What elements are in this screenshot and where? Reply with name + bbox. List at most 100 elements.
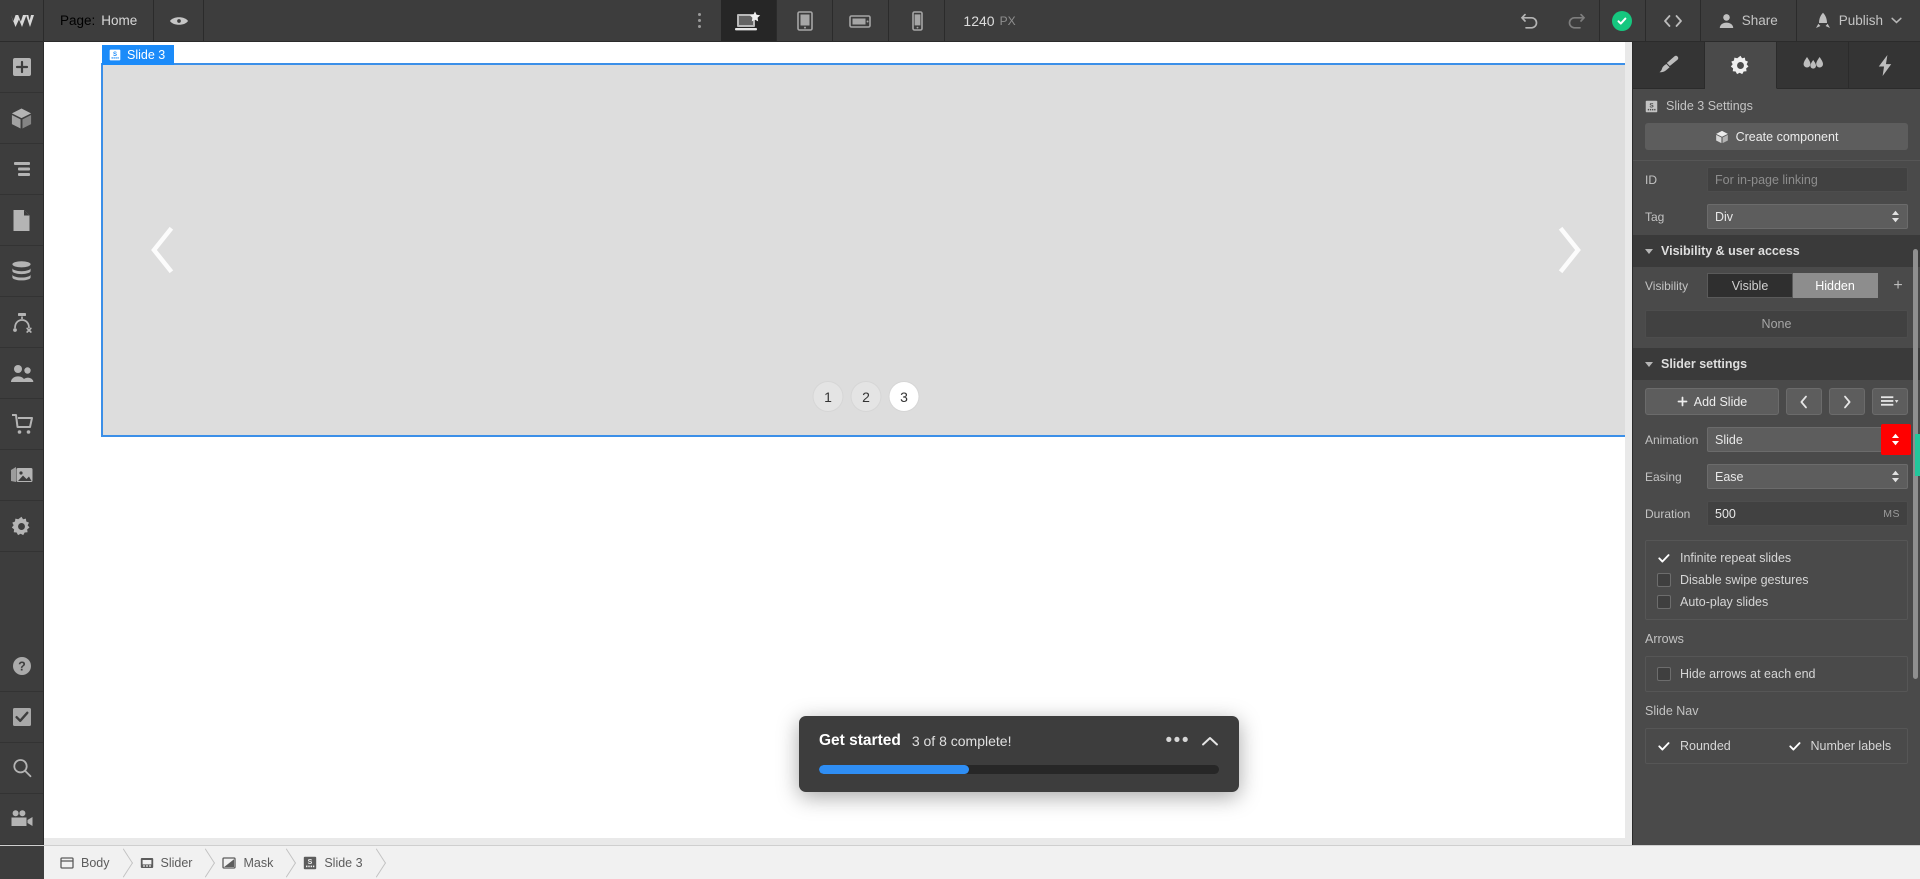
chevron-down-icon (1891, 17, 1902, 24)
slide-nav-dot-3[interactable]: 3 (889, 382, 919, 411)
webflow-logo[interactable] (0, 0, 44, 41)
code-export-button[interactable] (1644, 0, 1701, 41)
slider-behavior-checkboxes: Infinite repeat slides Disable swipe ges… (1645, 540, 1908, 620)
visibility-label: Visibility (1645, 278, 1689, 293)
visibility-option-hidden[interactable]: Hidden (1793, 273, 1878, 298)
canvas-horizontal-scrollbar[interactable] (44, 838, 1632, 845)
publish-button[interactable]: Publish (1795, 0, 1920, 41)
tab-style[interactable] (1633, 42, 1705, 89)
add-visibility-condition-icon[interactable]: + (1888, 277, 1908, 295)
sidebar-item-video[interactable] (0, 794, 43, 845)
get-started-panel[interactable]: Get started 3 of 8 complete! ••• (799, 716, 1239, 792)
share-label: Share (1741, 13, 1778, 28)
gear-icon (1730, 55, 1749, 74)
left-sidebar-top-group (0, 42, 43, 552)
visibility-option-visible[interactable]: Visible (1707, 273, 1793, 298)
previous-slide-button[interactable] (1786, 388, 1822, 415)
sidebar-item-settings[interactable] (0, 501, 43, 552)
person-icon (1719, 13, 1733, 28)
undo-button[interactable] (1507, 0, 1553, 41)
chevron-up-icon[interactable] (1201, 736, 1219, 747)
design-canvas[interactable]: S Slide 3 1 2 3 Get started 3 of 8 compl… (44, 42, 1632, 845)
sidebar-item-search[interactable] (0, 743, 43, 794)
sidebar-item-pages[interactable] (0, 195, 43, 246)
tag-select[interactable]: Div (1707, 204, 1908, 229)
sidebar-item-audit[interactable] (0, 692, 43, 743)
checkbox-checked-icon (1788, 739, 1802, 753)
svg-text:S: S (308, 859, 313, 866)
selected-element-badge: S Slide 3 (102, 45, 175, 65)
sidebar-item-add-elements[interactable] (0, 42, 43, 93)
share-button[interactable]: Share (1701, 0, 1796, 41)
mask-icon (222, 856, 237, 869)
checkbox-disable-swipe-gestures[interactable]: Disable swipe gestures (1646, 569, 1907, 591)
breadcrumb-item-slider[interactable]: Slider (124, 846, 207, 879)
checkbox-rounded[interactable]: Rounded (1646, 735, 1777, 757)
create-component-button[interactable]: Create component (1645, 123, 1908, 150)
sidebar-item-assets[interactable] (0, 450, 43, 501)
slider-next-arrow[interactable] (1551, 224, 1587, 276)
sidebar-item-logic[interactable] (0, 297, 43, 348)
animation-select[interactable]: Slide (1707, 424, 1911, 455)
zoom-indicator[interactable]: 1240 PX (945, 0, 1033, 41)
body-icon (60, 856, 74, 869)
sidebar-item-cms[interactable] (0, 246, 43, 297)
slide-icon: S (109, 49, 121, 61)
slide-nav-checkboxes: Rounded Number labels (1645, 728, 1908, 764)
breakpoint-mobile-portrait[interactable] (889, 0, 946, 41)
sidebar-item-components[interactable] (0, 93, 43, 144)
slide-nav-dot-1[interactable]: 1 (813, 382, 843, 411)
checkbox-label: Infinite repeat slides (1680, 551, 1792, 565)
breadcrumb-item-body[interactable]: Body (44, 846, 124, 879)
page-selector[interactable]: Page: Home (44, 0, 155, 41)
checkbox-number-labels[interactable]: Number labels (1777, 735, 1908, 757)
sidebar-item-users[interactable] (0, 348, 43, 399)
breadcrumb-item-mask[interactable]: Mask (206, 846, 287, 879)
tab-effects[interactable] (1849, 42, 1920, 89)
sidebar-item-help[interactable]: ? (0, 641, 43, 692)
search-icon (12, 759, 31, 778)
sidebar-item-ecommerce[interactable] (0, 399, 43, 450)
preview-toggle[interactable] (154, 0, 205, 41)
redo-button[interactable] (1553, 0, 1599, 41)
checkbox-hide-arrows-at-each-end[interactable]: Hide arrows at each end (1646, 663, 1907, 685)
easing-select[interactable]: Ease (1707, 464, 1908, 489)
sidebar-item-navigator[interactable] (0, 144, 43, 195)
checkbox-empty-icon (1657, 595, 1671, 609)
breakpoint-desktop[interactable] (721, 0, 778, 41)
duration-input[interactable]: 500 MS (1707, 501, 1908, 526)
panel-title: Slide 3 Settings (1666, 99, 1753, 113)
slider-element[interactable]: S Slide 3 1 2 3 (101, 45, 1631, 437)
slide-nav: 1 2 3 (813, 382, 919, 411)
tab-interactions[interactable] (1777, 42, 1849, 89)
breadcrumb-item-slide-3[interactable]: S Slide 3 (287, 846, 376, 879)
slider-prev-arrow[interactable] (145, 224, 181, 276)
slider-settings-title: Slider settings (1661, 357, 1748, 371)
canvas-top-offset (44, 42, 1632, 64)
animation-row: Animation Slide (1633, 421, 1920, 458)
add-slide-button[interactable]: Add Slide (1645, 388, 1779, 415)
ellipsis-icon[interactable]: ••• (1166, 731, 1190, 750)
next-slide-button[interactable] (1829, 388, 1865, 415)
tab-settings[interactable] (1705, 42, 1777, 89)
checkbox-label: Auto-play slides (1680, 595, 1769, 609)
canvas-options-menu[interactable] (677, 0, 721, 41)
checkbox-infinite-repeat-slides[interactable]: Infinite repeat slides (1646, 547, 1907, 569)
visibility-condition-value[interactable]: None (1645, 310, 1908, 338)
slide-icon: S (1645, 100, 1658, 112)
breakpoint-tablet[interactable] (777, 0, 834, 41)
id-label: ID (1645, 172, 1657, 187)
id-input[interactable]: For in-page linking (1707, 167, 1908, 192)
checkbox-empty-icon (1657, 573, 1671, 587)
save-status[interactable] (1598, 0, 1645, 41)
slide-nav-dot-2[interactable]: 2 (851, 382, 881, 411)
checkbox-auto-play-slides[interactable]: Auto-play slides (1646, 591, 1907, 613)
chevron-left-icon (1800, 395, 1807, 408)
canvas-vertical-scrollbar[interactable] (1625, 42, 1632, 845)
add-slide-label: Add Slide (1693, 394, 1748, 409)
slide-list-menu-button[interactable] (1872, 388, 1908, 415)
visibility-section-header[interactable]: Visibility & user access (1633, 235, 1920, 267)
slider-settings-header[interactable]: Slider settings (1633, 348, 1920, 380)
left-sidebar-bottom-group: ? (0, 641, 43, 845)
breakpoint-mobile-landscape[interactable] (833, 0, 890, 41)
